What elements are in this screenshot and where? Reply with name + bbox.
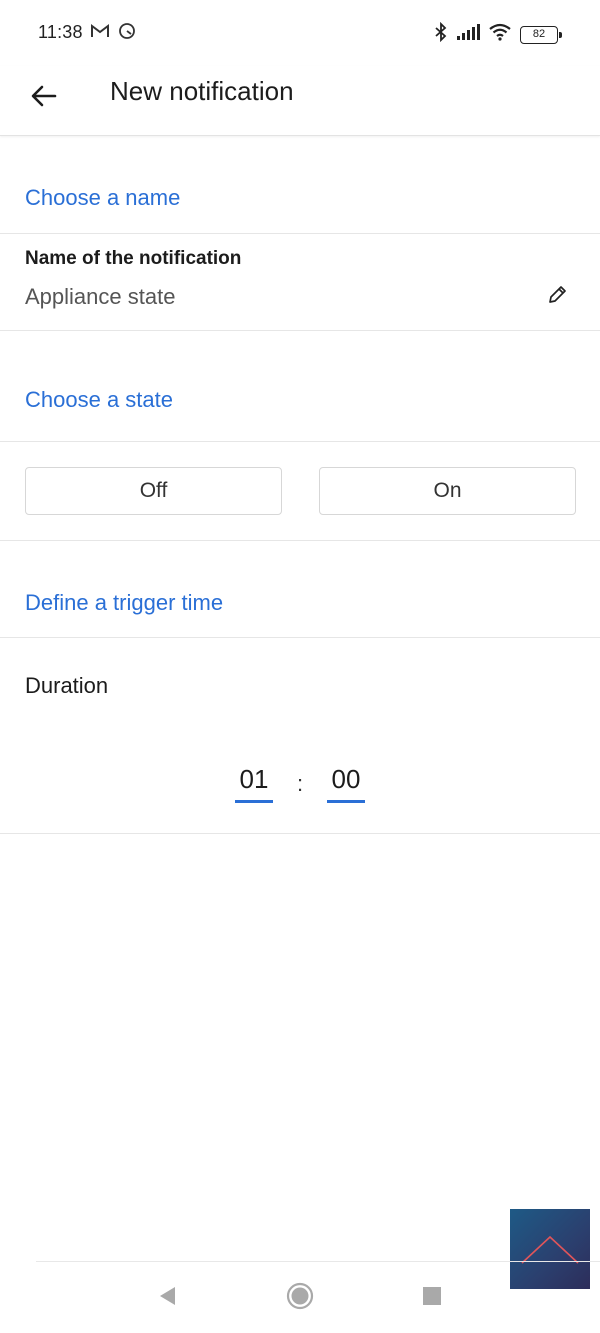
trigger-time-heading: Define a trigger time xyxy=(25,590,224,615)
divider xyxy=(0,833,600,834)
minutes-input[interactable]: 00 xyxy=(327,764,365,803)
nav-bar-divider xyxy=(36,1261,600,1262)
scroll-top-button[interactable] xyxy=(510,1209,590,1289)
notification-name-value[interactable]: Appliance state xyxy=(25,284,175,310)
pencil-icon xyxy=(546,286,568,310)
bluetooth-icon xyxy=(434,21,448,47)
state-on-button[interactable]: On xyxy=(319,467,576,515)
sync-icon xyxy=(118,22,136,45)
status-time: 11:38 xyxy=(38,22,83,42)
nav-back-button[interactable] xyxy=(152,1283,182,1313)
state-off-button[interactable]: Off xyxy=(25,467,282,515)
home-circle-icon xyxy=(286,1282,314,1315)
recents-square-icon xyxy=(422,1286,442,1311)
battery-icon: 82 xyxy=(520,25,562,44)
status-bar: 11:38 82 xyxy=(0,0,600,66)
choose-name-heading: Choose a name xyxy=(25,185,181,210)
divider xyxy=(0,330,600,331)
nav-home-button[interactable] xyxy=(285,1282,315,1315)
divider xyxy=(0,233,600,234)
back-button[interactable] xyxy=(24,78,64,118)
signal-icon xyxy=(456,24,480,45)
gmail-icon xyxy=(90,23,110,44)
divider xyxy=(0,540,600,541)
wifi-icon xyxy=(488,23,512,46)
status-notification-icons xyxy=(90,22,136,45)
app-bar: New notification xyxy=(0,66,600,136)
notification-name-label: Name of the notification xyxy=(25,248,242,269)
time-separator: : xyxy=(297,771,304,796)
chevron-up-icon xyxy=(510,1235,590,1293)
edit-name-button[interactable] xyxy=(546,284,570,308)
divider xyxy=(0,637,600,638)
back-triangle-icon xyxy=(157,1285,177,1312)
divider xyxy=(0,441,600,442)
hours-input[interactable]: 01 xyxy=(235,764,273,803)
page-title: New notification xyxy=(110,76,294,106)
arrow-left-icon xyxy=(31,85,57,112)
status-system-icons: 82 xyxy=(434,21,562,47)
nav-recents-button[interactable] xyxy=(417,1283,447,1313)
duration-label: Duration xyxy=(25,673,109,698)
choose-state-heading: Choose a state xyxy=(25,387,173,412)
